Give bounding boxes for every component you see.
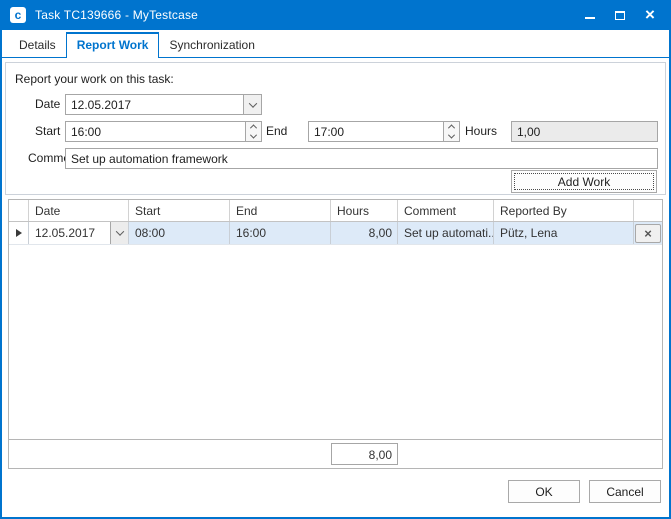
- end-spin-up-button[interactable]: [444, 122, 459, 132]
- hours-label: Hours: [465, 124, 497, 138]
- row-indicator-cell: [9, 222, 29, 244]
- chevron-down-icon: [448, 131, 455, 138]
- row-hours-cell[interactable]: 8,00: [331, 222, 398, 244]
- close-button[interactable]: ×: [635, 4, 665, 26]
- table-row[interactable]: 08:00 16:00 8,00 Set up automati... Pütz…: [9, 222, 662, 245]
- date-dropdown-button[interactable]: [243, 95, 261, 114]
- report-work-tab-content: Report your work on this task: Date Star…: [2, 58, 669, 517]
- header-hours[interactable]: Hours: [331, 200, 398, 221]
- date-input[interactable]: [66, 95, 243, 114]
- tab-report-work[interactable]: Report Work: [66, 32, 160, 58]
- header-indicator-cell: [9, 200, 29, 221]
- chevron-down-icon: [248, 99, 256, 107]
- row-reported-by-cell[interactable]: Pütz, Lena: [494, 222, 634, 244]
- row-date-input[interactable]: [29, 222, 110, 244]
- tab-synchronization[interactable]: Synchronization: [159, 34, 264, 57]
- start-spin-down-button[interactable]: [246, 132, 261, 142]
- end-spin-down-button[interactable]: [444, 132, 459, 142]
- minimize-icon: [585, 17, 595, 19]
- task-window: c Task TC139666 - MyTestcase × Details R…: [0, 0, 671, 519]
- row-end-cell[interactable]: 16:00: [230, 222, 331, 244]
- start-field: [65, 121, 262, 142]
- comment-input[interactable]: [66, 149, 657, 168]
- minimize-button[interactable]: [575, 4, 605, 26]
- hours-field: [511, 121, 658, 142]
- row-delete-cell: ×: [634, 222, 662, 244]
- row-indicator-icon: [16, 229, 22, 237]
- tab-details[interactable]: Details: [9, 34, 66, 57]
- grid-header: Date Start End Hours Comment Reported By: [9, 200, 662, 222]
- titlebar: c Task TC139666 - MyTestcase ×: [2, 0, 669, 30]
- end-label: End: [266, 124, 287, 138]
- start-spinner: [245, 122, 261, 141]
- delete-row-button[interactable]: ×: [635, 224, 661, 243]
- add-work-button[interactable]: Add Work: [511, 170, 657, 193]
- report-work-panel: Report your work on this task: Date Star…: [5, 62, 666, 195]
- start-spin-up-button[interactable]: [246, 122, 261, 132]
- app-icon: c: [10, 7, 26, 23]
- window-controls: ×: [575, 4, 665, 26]
- header-reported-by[interactable]: Reported By: [494, 200, 634, 221]
- ok-button[interactable]: OK: [508, 480, 580, 503]
- maximize-button[interactable]: [605, 4, 635, 26]
- hours-total: 8,00: [331, 443, 398, 465]
- maximize-icon: [615, 11, 625, 20]
- date-field: [65, 94, 262, 115]
- header-end[interactable]: End: [230, 200, 331, 221]
- dialog-footer: OK Cancel: [508, 480, 661, 503]
- header-start[interactable]: Start: [129, 200, 230, 221]
- row-start-cell[interactable]: 08:00: [129, 222, 230, 244]
- end-input[interactable]: [309, 122, 443, 141]
- window-title: Task TC139666 - MyTestcase: [35, 8, 198, 22]
- header-date[interactable]: Date: [29, 200, 129, 221]
- end-spinner: [443, 122, 459, 141]
- work-entries-grid: Date Start End Hours Comment Reported By: [8, 199, 663, 469]
- row-comment-cell[interactable]: Set up automati...: [398, 222, 494, 244]
- start-label: Start: [35, 124, 60, 138]
- chevron-down-icon: [115, 227, 123, 235]
- cancel-button[interactable]: Cancel: [589, 480, 661, 503]
- close-icon: ×: [645, 6, 655, 23]
- chevron-down-icon: [250, 131, 257, 138]
- tabstrip: Details Report Work Synchronization: [2, 30, 669, 58]
- grid-empty-area: [9, 245, 662, 439]
- panel-heading: Report your work on this task:: [15, 72, 174, 86]
- comment-field: [65, 148, 658, 169]
- row-date-cell: [29, 222, 129, 244]
- end-field: [308, 121, 460, 142]
- grid-summary-row: 8,00: [9, 439, 662, 468]
- row-date-dropdown-button[interactable]: [110, 222, 128, 244]
- date-label: Date: [35, 97, 60, 111]
- header-comment[interactable]: Comment: [398, 200, 494, 221]
- start-input[interactable]: [66, 122, 245, 141]
- header-delete-cell: [634, 200, 662, 221]
- hours-input: [512, 122, 657, 141]
